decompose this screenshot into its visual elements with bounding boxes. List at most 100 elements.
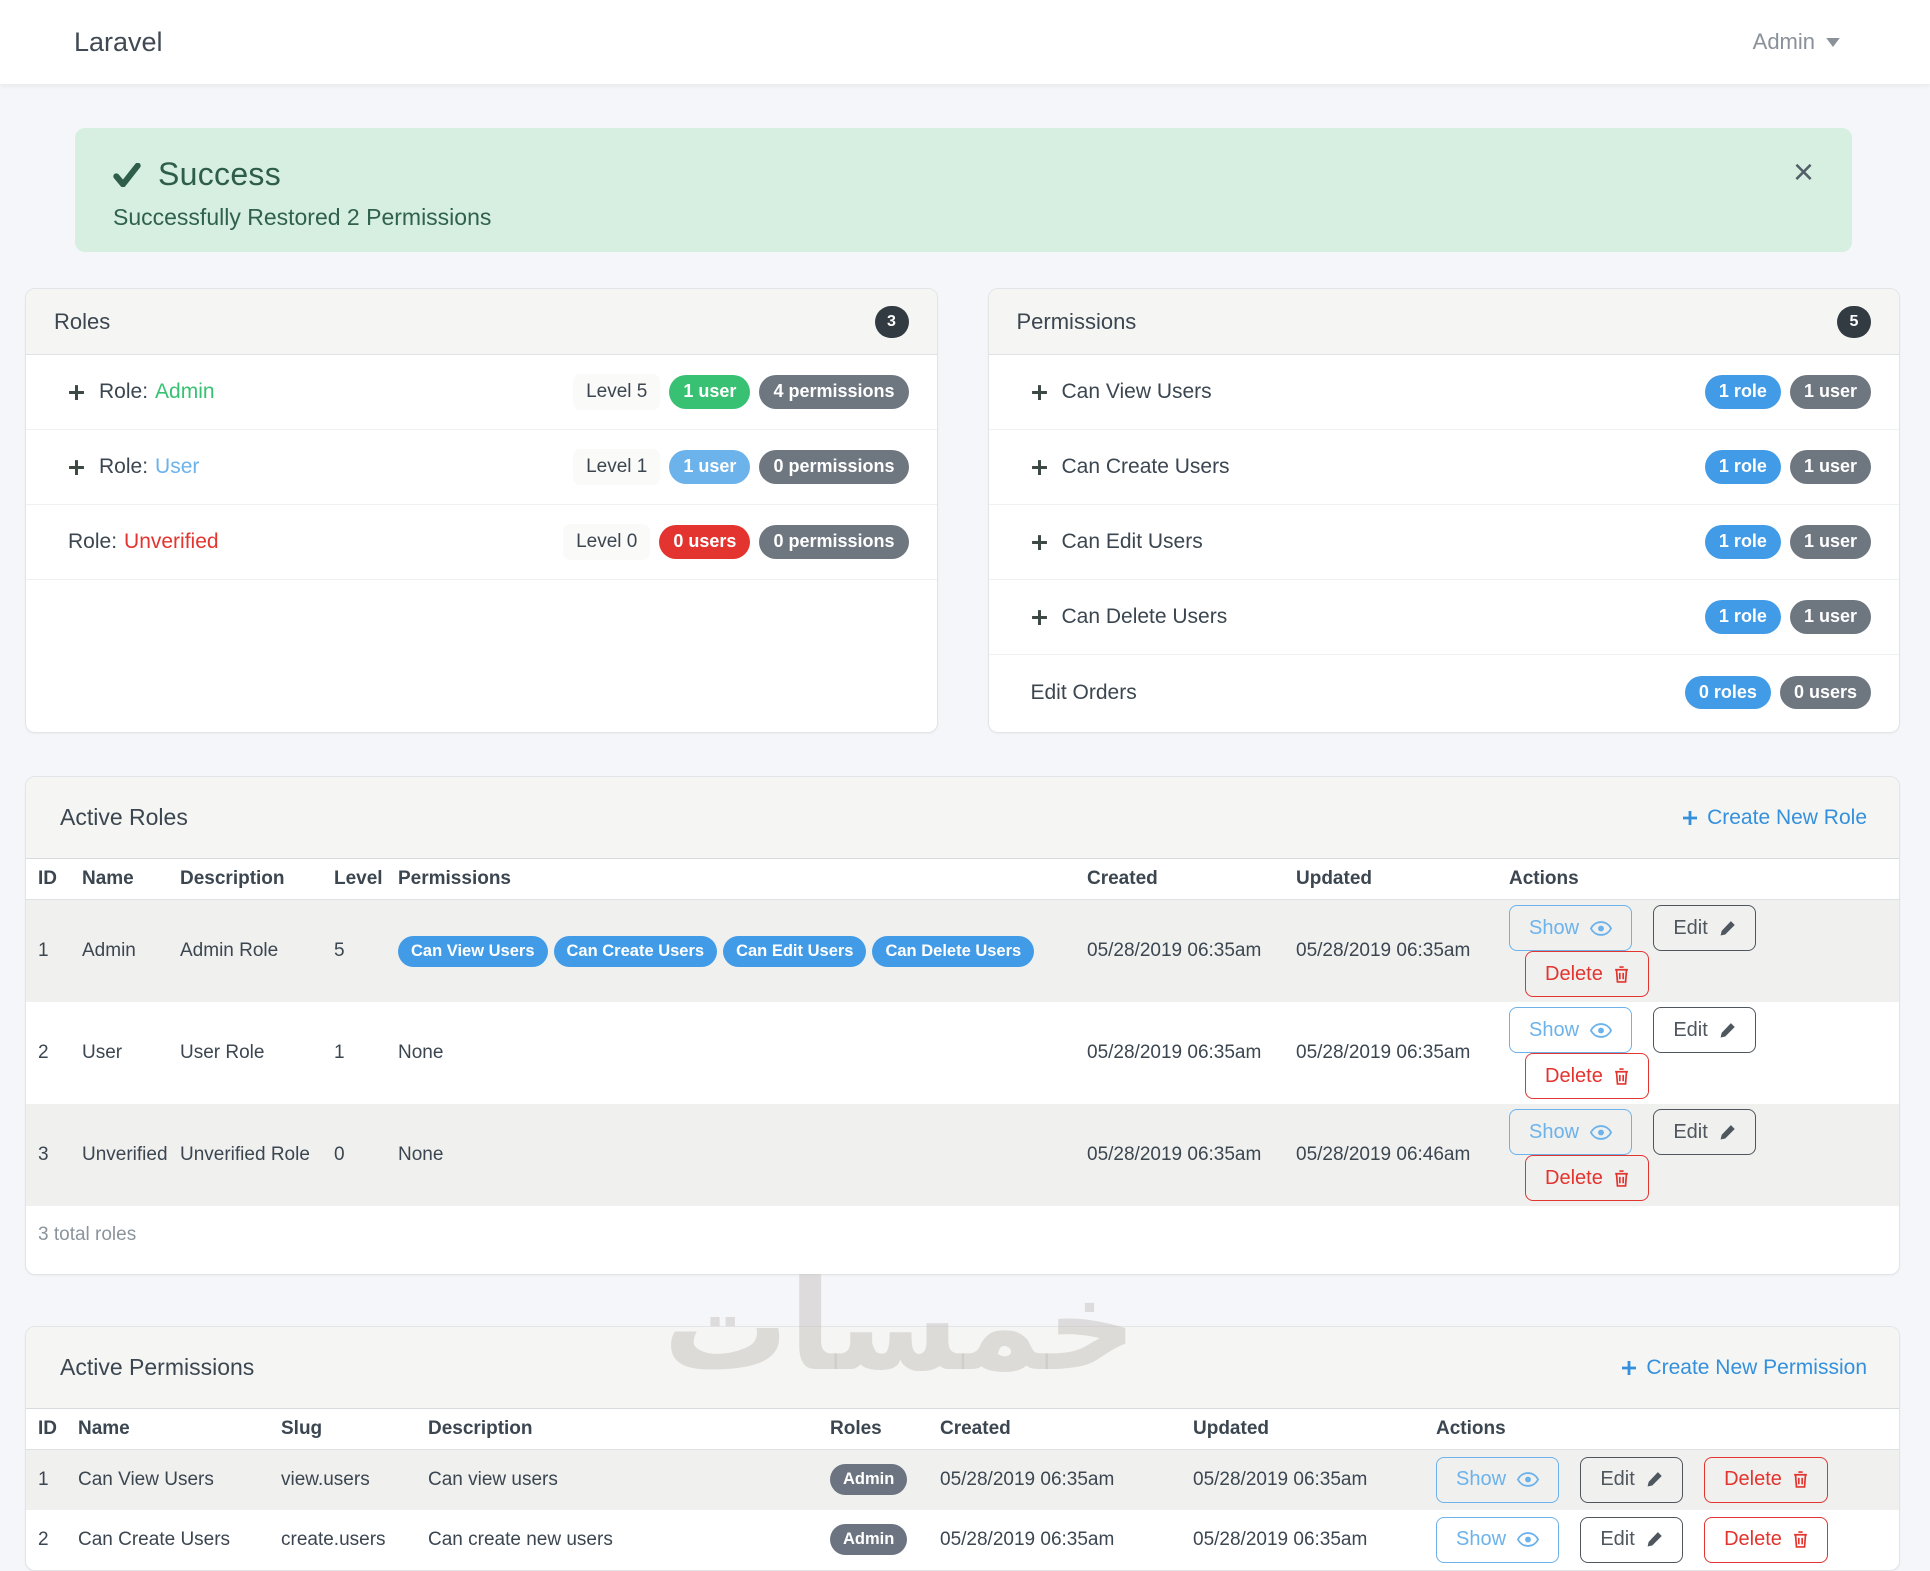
table-header-row: ID Name Slug Description Roles Created U… bbox=[26, 1409, 1899, 1450]
edit-button[interactable]: Edit bbox=[1653, 1109, 1756, 1155]
permissions-count-pill: 0 permissions bbox=[759, 450, 909, 484]
chevron-down-icon bbox=[1826, 37, 1840, 47]
users-count-pill: 1 user bbox=[669, 375, 751, 409]
cell-created: 05/28/2019 06:35am bbox=[940, 1528, 1115, 1550]
delete-button[interactable]: Delete bbox=[1525, 1155, 1649, 1201]
level-badge: Level 0 bbox=[563, 524, 651, 560]
level-badge: Level 1 bbox=[573, 449, 661, 485]
cell-description: Can view users bbox=[428, 1468, 558, 1490]
active-permissions-card: Active Permissions Create New Permission… bbox=[25, 1326, 1900, 1571]
col-permissions: Permissions bbox=[388, 859, 1077, 900]
users-count-pill: 1 user bbox=[1789, 600, 1871, 634]
table-row: 2 User User Role 1 None 05/28/2019 06:35… bbox=[26, 1002, 1899, 1104]
expand-plus-icon[interactable] bbox=[68, 459, 85, 476]
roles-count-pill: 0 roles bbox=[1684, 675, 1771, 710]
show-button[interactable]: Show bbox=[1509, 905, 1633, 951]
cell-created: 05/28/2019 06:35am bbox=[1087, 940, 1262, 961]
trash-icon bbox=[1614, 1169, 1629, 1187]
expand-plus-icon[interactable] bbox=[1031, 384, 1048, 401]
col-description: Description bbox=[418, 1409, 820, 1450]
active-roles-card: Active Roles Create New Role ID Name Des… bbox=[25, 776, 1900, 1275]
cell-updated: 05/28/2019 06:35am bbox=[1296, 940, 1471, 961]
edit-button[interactable]: Edit bbox=[1653, 905, 1756, 951]
user-dropdown-label: Admin bbox=[1752, 29, 1815, 54]
permission-row: Can Create Users 1 role 1 user bbox=[988, 430, 1899, 505]
role-pill: Admin bbox=[830, 1464, 908, 1496]
delete-button[interactable]: Delete bbox=[1525, 951, 1649, 997]
table-row: 2 Can Create Users create.users Can crea… bbox=[26, 1510, 1899, 1570]
col-actions: Actions bbox=[1499, 859, 1899, 900]
permission-row: Can Delete Users 1 role 1 user bbox=[988, 580, 1899, 655]
user-dropdown[interactable]: Admin bbox=[1753, 29, 1840, 55]
cell-roles: Admin bbox=[820, 1450, 930, 1510]
cell-actions: Show Edit Delete bbox=[1426, 1450, 1899, 1510]
permission-row: Edit Orders 0 roles 0 users bbox=[989, 655, 1900, 730]
col-level: Level bbox=[324, 859, 388, 900]
show-button[interactable]: Show bbox=[1509, 1109, 1633, 1155]
edit-button[interactable]: Edit bbox=[1580, 1456, 1683, 1503]
pencil-icon bbox=[1719, 1124, 1736, 1141]
role-link-admin[interactable]: Admin bbox=[155, 380, 215, 404]
delete-button[interactable]: Delete bbox=[1704, 1516, 1828, 1563]
cell-description: Can create new users bbox=[428, 1528, 613, 1550]
expand-plus-icon[interactable] bbox=[1031, 459, 1048, 476]
show-button[interactable]: Show bbox=[1436, 1456, 1560, 1503]
col-description: Description bbox=[170, 859, 324, 900]
expand-plus-icon[interactable] bbox=[68, 384, 85, 401]
permissions-card: Permissions 5 Can View Users 1 role 1 us… bbox=[987, 288, 1900, 733]
check-icon bbox=[113, 162, 141, 187]
expand-plus-icon[interactable] bbox=[1031, 609, 1048, 626]
pencil-icon bbox=[1719, 1022, 1736, 1039]
role-pill: Admin bbox=[830, 1524, 908, 1555]
cell-id: 1 bbox=[38, 940, 49, 961]
role-link-user[interactable]: User bbox=[155, 455, 199, 479]
trash-icon bbox=[1614, 1067, 1629, 1085]
success-alert: Success Successfully Restored 2 Permissi… bbox=[75, 128, 1852, 252]
roles-count-pill: 1 role bbox=[1704, 525, 1781, 559]
cell-updated: 05/28/2019 06:35am bbox=[1193, 1468, 1368, 1490]
permission-name: Can Create Users bbox=[1061, 455, 1230, 478]
close-icon[interactable]: × bbox=[1793, 154, 1814, 190]
edit-button[interactable]: Edit bbox=[1580, 1516, 1683, 1563]
eye-icon bbox=[1517, 1532, 1540, 1547]
show-button[interactable]: Show bbox=[1509, 1007, 1633, 1053]
cell-permissions: None bbox=[398, 1144, 444, 1165]
cell-id: 3 bbox=[38, 1144, 49, 1165]
plus-icon bbox=[1621, 1360, 1637, 1376]
create-new-permission-link[interactable]: Create New Permission bbox=[1621, 1356, 1867, 1380]
col-updated: Updated bbox=[1286, 859, 1499, 900]
pencil-icon bbox=[1646, 1531, 1663, 1548]
cell-level: 5 bbox=[334, 940, 345, 961]
permissions-count-badge: 5 bbox=[1837, 305, 1871, 338]
active-permissions-title: Active Permissions bbox=[60, 1354, 255, 1380]
eye-icon bbox=[1590, 920, 1613, 936]
permission-pill: Can Edit Users bbox=[723, 935, 867, 967]
cell-name: Unverified bbox=[82, 1144, 168, 1165]
show-button[interactable]: Show bbox=[1436, 1516, 1560, 1563]
permissions-card-header: Permissions 5 bbox=[988, 289, 1899, 355]
table-header-row: ID Name Description Level Permissions Cr… bbox=[26, 859, 1899, 900]
edit-button[interactable]: Edit bbox=[1653, 1007, 1756, 1053]
level-badge: Level 5 bbox=[573, 374, 661, 410]
cell-id: 2 bbox=[38, 1528, 49, 1550]
total-roles-label: 3 total roles bbox=[38, 1224, 137, 1245]
role-link-unverified[interactable]: Unverified bbox=[124, 530, 219, 554]
active-permissions-table: ID Name Slug Description Roles Created U… bbox=[26, 1409, 1899, 1570]
permission-pill: Can Delete Users bbox=[872, 935, 1035, 967]
active-roles-title: Active Roles bbox=[60, 804, 188, 830]
delete-button[interactable]: Delete bbox=[1704, 1456, 1828, 1503]
permission-name: Can Edit Users bbox=[1061, 530, 1203, 553]
create-new-role-link[interactable]: Create New Role bbox=[1682, 806, 1867, 830]
app-brand[interactable]: Laravel bbox=[74, 27, 163, 58]
role-row-admin: Role: Admin Level 5 1 user 4 permissions bbox=[26, 355, 937, 430]
col-name: Name bbox=[72, 859, 170, 900]
users-count-pill: 1 user bbox=[1789, 450, 1871, 484]
active-roles-table: ID Name Description Level Permissions Cr… bbox=[26, 859, 1899, 1274]
page-content: Success Successfully Restored 2 Permissi… bbox=[0, 128, 1930, 1571]
expand-plus-icon[interactable] bbox=[1031, 534, 1048, 551]
role-prefix: Role: bbox=[99, 455, 149, 478]
table-row: 1 Can View Users view.users Can view use… bbox=[26, 1449, 1899, 1510]
permission-row: Can View Users 1 role 1 user bbox=[988, 355, 1899, 430]
roles-card: Roles 3 Role: Admin Level 5 1 user 4 per… bbox=[25, 288, 938, 733]
delete-button[interactable]: Delete bbox=[1525, 1053, 1649, 1099]
